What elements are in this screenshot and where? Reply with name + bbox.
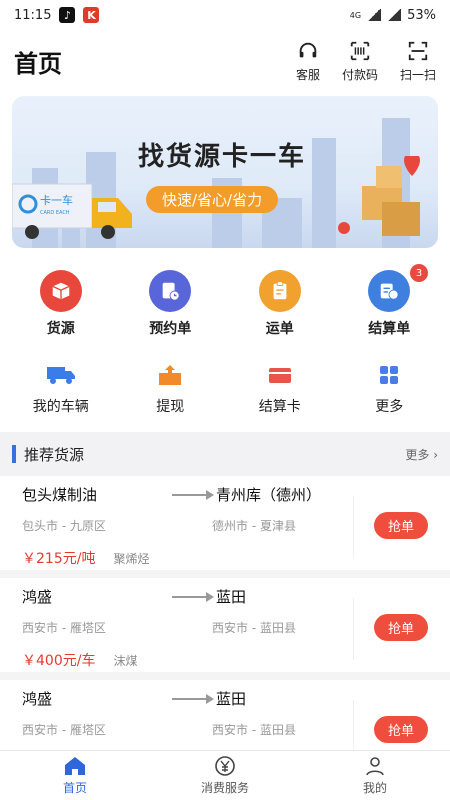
divider	[353, 700, 354, 750]
recommended-section-header: 推荐货源 更多 ›	[0, 432, 450, 476]
card-icon	[268, 368, 291, 383]
scan-label: 扫一扫	[399, 67, 436, 82]
header: 首页 客服 付款码 扫一扫	[0, 30, 450, 92]
settlement-entry[interactable]: 3 结算单	[335, 264, 445, 338]
cargo-destination: 蓝田	[216, 690, 247, 708]
waybill-entry[interactable]: 运单	[225, 270, 335, 338]
headset-icon	[299, 42, 317, 57]
origin-region: 包头市 - 九原区	[22, 519, 106, 533]
origin-region: 西安市 - 雁塔区	[22, 621, 106, 635]
payment-code-button[interactable]: 付款码	[342, 40, 378, 83]
grab-order-button[interactable]: 抢单	[373, 716, 428, 743]
bottom-tab-bar: 首页 消费服务 我的	[0, 750, 450, 800]
tab-consumer-services[interactable]: 消费服务	[151, 755, 300, 796]
settlement-label: 结算单	[368, 321, 411, 337]
status-time: 11:15	[14, 7, 52, 23]
withdraw-icon	[159, 365, 182, 385]
truck-brand-en: CARD EACH	[40, 210, 70, 216]
checklist-yen-icon	[368, 270, 411, 312]
section-accent-bar	[12, 445, 16, 463]
truck-illustration-icon: 卡一车 CARD EACH	[12, 183, 132, 239]
cargo-boxes-icon	[338, 156, 420, 236]
tab-mine-label: 我的	[362, 781, 387, 795]
grid-icon	[380, 366, 399, 384]
my-vehicles-label: 我的车辆	[32, 399, 89, 415]
goods-type: 聚烯烃	[113, 551, 150, 566]
cargo-card[interactable]: 包头煤制油 青州库（德州） 包头市 - 九原区 德州市 - 夏津县 ￥215元/…	[0, 476, 450, 578]
battery-level: 53%	[407, 7, 436, 23]
withdraw-entry[interactable]: 提现	[116, 364, 226, 416]
section-more-link[interactable]: 更多 ›	[405, 446, 438, 463]
more-label: 更多	[375, 399, 404, 415]
chevron-right-icon: ›	[433, 447, 438, 462]
tab-home[interactable]: 首页	[1, 755, 150, 796]
section-title: 推荐货源	[24, 445, 85, 464]
home-icon	[65, 757, 85, 775]
cargo-destination: 青州库（德州）	[216, 486, 322, 504]
section-more-label: 更多	[405, 447, 430, 462]
banner-title: 找货源卡一车	[138, 142, 307, 172]
destination-region: 德州市 - 夏津县	[212, 519, 296, 533]
page-title: 首页	[14, 49, 62, 78]
cargo-source-label: 货源	[46, 321, 75, 337]
cargo-destination: 蓝田	[216, 588, 247, 606]
grab-order-button[interactable]: 抢单	[373, 614, 428, 641]
scan-button[interactable]: 扫一扫	[400, 40, 436, 83]
promo-banner[interactable]: 找货源卡一车 快速/省心/省力 卡一车 CARD EACH	[12, 96, 438, 248]
goods-type: 沫煤	[113, 653, 138, 668]
cargo-source-entry[interactable]: 货源	[6, 270, 116, 338]
cargo-origin: 鸿盛	[22, 690, 53, 708]
payment-code-label: 付款码	[341, 67, 378, 82]
document-clock-icon	[149, 270, 192, 312]
tiktok-icon: ♪	[59, 7, 76, 23]
withdraw-label: 提现	[156, 399, 185, 415]
reservation-entry[interactable]: 预约单	[116, 270, 226, 338]
waybill-label: 运单	[265, 321, 294, 337]
primary-menu: 货源 预约单 运单 3 结算单	[0, 248, 450, 338]
grab-order-button[interactable]: 抢单	[373, 512, 428, 539]
freight-price: ￥400元/车	[22, 653, 96, 669]
customer-service-button[interactable]: 客服	[296, 40, 320, 83]
yen-circle-icon	[215, 756, 235, 776]
destination-region: 西安市 - 蓝田县	[212, 621, 296, 635]
cargo-origin: 包头煤制油	[22, 486, 98, 504]
settlement-card-label: 结算卡	[258, 399, 301, 415]
settlement-card-entry[interactable]: 结算卡	[225, 364, 335, 416]
truck-icon	[46, 367, 75, 384]
cargo-card[interactable]: 鸿盛 蓝田 西安市 - 雁塔区 西安市 - 蓝田县 ￥400元/车 沫煤 抢单	[0, 578, 450, 680]
divider	[353, 496, 354, 558]
my-vehicles-entry[interactable]: 我的车辆	[6, 364, 116, 416]
origin-region: 西安市 - 雁塔区	[22, 723, 106, 737]
cargo-origin: 鸿盛	[22, 588, 53, 606]
arrow-right-icon	[172, 693, 214, 704]
user-icon	[366, 757, 384, 776]
destination-region: 西安市 - 蓝田县	[212, 723, 296, 737]
arrow-right-icon	[172, 591, 214, 602]
scan-icon	[408, 41, 428, 60]
settlement-badge: 3	[410, 264, 428, 282]
secondary-menu: 我的车辆 提现 结算卡 更多	[0, 338, 450, 432]
divider	[353, 598, 354, 660]
reservation-label: 预约单	[149, 321, 192, 337]
clipboard-icon	[258, 270, 301, 312]
arrow-right-icon	[172, 489, 214, 500]
tab-home-label: 首页	[62, 781, 87, 795]
status-bar: 11:15 ♪ K 4G 53%	[0, 0, 450, 30]
truck-brand: 卡一车	[40, 193, 73, 207]
freight-price: ￥215元/吨	[22, 551, 96, 567]
barcode-icon	[350, 41, 370, 60]
network-label: 4G	[349, 10, 362, 20]
customer-service-label: 客服	[295, 67, 320, 82]
cargo-card[interactable]: 鸿盛 蓝田 西安市 - 雁塔区 西安市 - 蓝田县 抢单	[0, 680, 450, 750]
more-entry[interactable]: 更多	[335, 364, 445, 416]
banner-subtitle: 快速/省心/省力	[146, 186, 279, 213]
signal-icon-2	[387, 9, 402, 21]
tab-mine[interactable]: 我的	[301, 755, 450, 796]
box-icon	[39, 270, 82, 312]
tab-consumer-services-label: 消费服务	[200, 781, 249, 795]
k-app-icon: K	[83, 7, 100, 23]
signal-icon	[367, 9, 382, 21]
